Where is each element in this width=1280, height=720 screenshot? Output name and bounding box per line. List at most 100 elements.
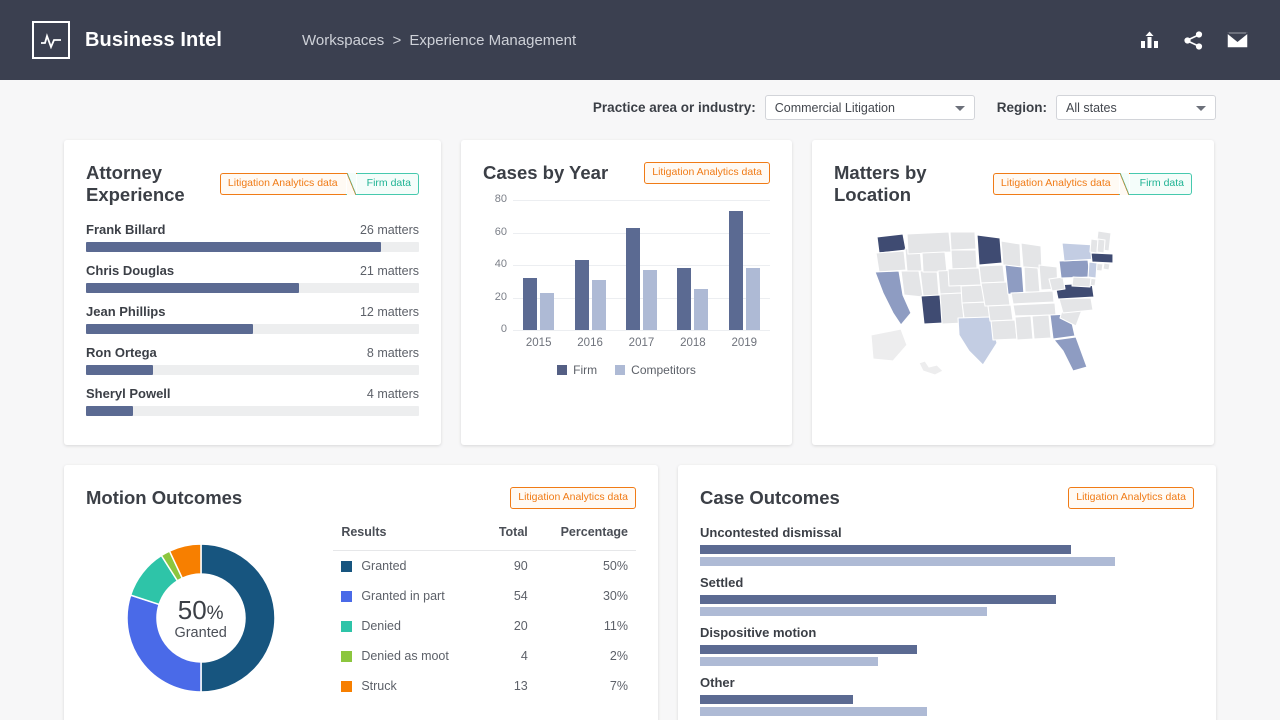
map-state-NV[interactable] [901, 271, 923, 297]
map-state-LA[interactable] [991, 320, 1017, 340]
us-choropleth-map[interactable] [834, 222, 1192, 392]
data-source-badge[interactable]: Litigation Analytics data [510, 487, 636, 508]
cell-percentage: 50% [536, 551, 636, 582]
attorney-row[interactable]: Sheryl Powell4 matters [86, 386, 419, 416]
bar-competitors[interactable] [700, 657, 878, 666]
table-row[interactable]: Denied2011% [333, 611, 636, 641]
map-state-NH[interactable] [1097, 239, 1105, 253]
bar-firm[interactable] [700, 695, 853, 704]
map-state-MD[interactable] [1072, 277, 1091, 287]
map-state-MN[interactable] [977, 235, 1002, 265]
map-state-SD[interactable] [951, 250, 977, 269]
bar-competitors[interactable] [700, 557, 1115, 566]
top-navigation-bar: Business Intel Workspaces > Experience M… [0, 0, 1280, 80]
map-state-AK[interactable] [871, 329, 907, 361]
bar-competitors[interactable] [643, 270, 657, 330]
table-row[interactable]: Granted9050% [333, 551, 636, 582]
data-source-badge[interactable]: Litigation Analytics data [644, 162, 770, 183]
map-state-NE[interactable] [948, 268, 981, 286]
donut-slice[interactable] [201, 544, 275, 692]
map-state-IN[interactable] [1024, 267, 1040, 293]
map-state-WA[interactable] [877, 234, 906, 253]
map-state-RI[interactable] [1103, 263, 1110, 270]
attorney-bar-fill [86, 283, 299, 293]
bar-group[interactable] [677, 200, 708, 330]
mail-icon[interactable] [1227, 32, 1248, 48]
data-source-badge[interactable]: Litigation Analytics data Firm data [220, 173, 419, 194]
column-header-percentage[interactable]: Percentage [536, 525, 636, 551]
column-header-results[interactable]: Results [333, 525, 481, 551]
map-state-MA[interactable] [1091, 253, 1113, 263]
map-state-WI[interactable] [1001, 241, 1021, 267]
map-state-TN[interactable] [1013, 303, 1056, 316]
column-header-total[interactable]: Total [482, 525, 536, 551]
practice-area-select[interactable]: Commercial Litigation [765, 95, 975, 120]
attorney-row[interactable]: Ron Ortega8 matters [86, 345, 419, 375]
map-state-KY[interactable] [1011, 291, 1054, 304]
data-source-badge[interactable]: Litigation Analytics data [1068, 487, 1194, 508]
top-bar-actions [1140, 31, 1248, 50]
chart-upload-icon[interactable] [1140, 31, 1160, 49]
bar-firm[interactable] [575, 260, 589, 330]
case-outcome-row[interactable]: Uncontested dismissal [700, 525, 1194, 566]
map-state-NJ[interactable] [1088, 262, 1097, 278]
bar-group[interactable] [575, 200, 606, 330]
bar-firm[interactable] [700, 595, 1056, 604]
data-source-badge[interactable]: Litigation Analytics data Firm data [993, 173, 1192, 194]
case-outcome-label: Other [700, 675, 1194, 690]
map-state-MT[interactable] [907, 232, 951, 254]
map-state-MS[interactable] [1015, 316, 1033, 340]
map-state-HI[interactable] [919, 361, 943, 375]
bar-firm[interactable] [700, 645, 917, 654]
region-value: All states [1066, 101, 1117, 115]
attorney-matter-count: 21 matters [360, 264, 419, 278]
map-state-OR[interactable] [876, 251, 906, 272]
share-icon[interactable] [1184, 31, 1203, 50]
bar-firm[interactable] [523, 278, 537, 330]
bar-firm[interactable] [677, 268, 691, 330]
bar-competitors[interactable] [700, 707, 927, 716]
bar-competitors[interactable] [540, 293, 554, 330]
map-state-IL[interactable] [1005, 265, 1024, 295]
breadcrumb-root[interactable]: Workspaces [302, 32, 384, 49]
map-state-PA[interactable] [1059, 260, 1090, 278]
table-row[interactable]: Struck137% [333, 671, 636, 701]
brand[interactable]: Business Intel [32, 21, 222, 59]
badge-firm-data: Firm data [1130, 173, 1192, 194]
bar-competitors[interactable] [694, 289, 708, 330]
donut-slice[interactable] [127, 595, 201, 692]
bar-competitors[interactable] [746, 268, 760, 330]
case-outcome-row[interactable]: Settled [700, 575, 1194, 616]
map-state-AR[interactable] [988, 305, 1013, 321]
bar-firm[interactable] [729, 211, 743, 330]
map-state-AL[interactable] [1032, 315, 1051, 339]
case-outcome-row[interactable]: Other [700, 675, 1194, 716]
case-outcome-row[interactable]: Dispositive motion [700, 625, 1194, 666]
map-state-ND[interactable] [950, 232, 976, 250]
motion-outcomes-donut[interactable]: 50% Granted [86, 525, 315, 710]
chevron-down-icon [955, 106, 965, 111]
page-title-attorney-experience: Attorney Experience [86, 162, 220, 206]
region-select[interactable]: All states [1056, 95, 1216, 120]
y-axis-tick: 60 [483, 226, 507, 238]
bar-group[interactable] [523, 200, 554, 330]
map-state-FL[interactable] [1054, 337, 1087, 371]
attorney-row[interactable]: Chris Douglas21 matters [86, 263, 419, 293]
map-state-AZ[interactable] [921, 295, 943, 324]
bar-group[interactable] [729, 200, 760, 330]
table-row[interactable]: Granted in part5430% [333, 581, 636, 611]
bar-firm[interactable] [700, 545, 1071, 554]
attorney-row[interactable]: Frank Billard26 matters [86, 222, 419, 252]
bar-competitors[interactable] [700, 607, 987, 616]
bar-group[interactable] [626, 200, 657, 330]
attorney-row[interactable]: Jean Phillips12 matters [86, 304, 419, 334]
map-state-MO[interactable] [981, 282, 1010, 306]
map-state-NC[interactable] [1059, 298, 1093, 313]
table-row[interactable]: Denied as moot42% [333, 641, 636, 671]
map-state-UT[interactable] [920, 270, 939, 296]
bar-firm[interactable] [626, 228, 640, 330]
map-state-WV[interactable] [1049, 277, 1065, 291]
map-state-IA[interactable] [979, 265, 1005, 283]
map-state-WY[interactable] [922, 252, 947, 272]
bar-competitors[interactable] [592, 280, 606, 330]
